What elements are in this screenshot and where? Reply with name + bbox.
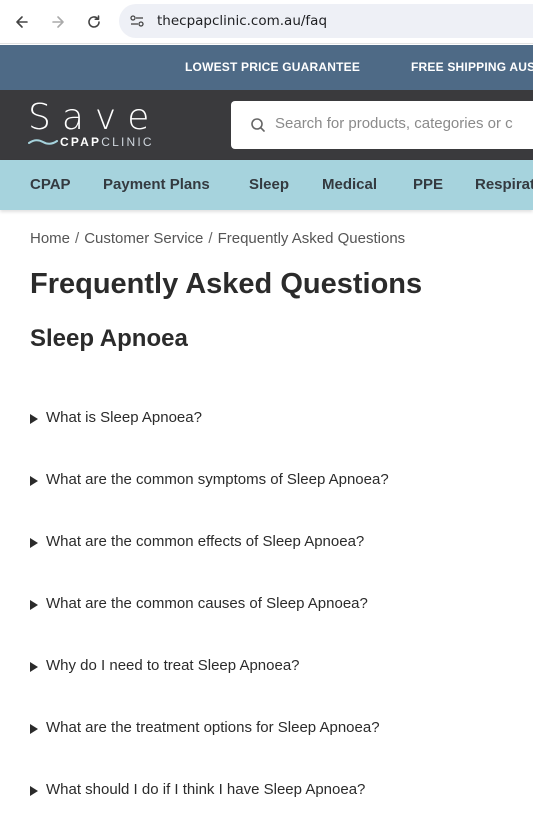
disclosure-triangle-icon xyxy=(30,786,38,796)
disclosure-triangle-icon xyxy=(30,476,38,486)
faq-question[interactable]: What are the common effects of Sleep Apn… xyxy=(46,533,364,550)
reload-button[interactable] xyxy=(82,10,106,34)
page-title: Frequently Asked Questions xyxy=(30,268,423,300)
faq-question[interactable]: What are the common causes of Sleep Apno… xyxy=(46,595,368,612)
reload-icon xyxy=(88,15,100,28)
search-input[interactable]: Search for products, categories or c xyxy=(231,101,533,149)
logo-cpap: CPAP xyxy=(60,135,102,149)
disclosure-triangle-icon xyxy=(30,724,38,734)
disclosure-triangle-icon xyxy=(30,414,38,424)
nav-item-sleep[interactable]: Sleep xyxy=(249,176,289,193)
promo-bar: LOWEST PRICE GUARANTEE FREE SHIPPING AUS xyxy=(0,45,533,90)
breadcrumb-customer-service[interactable]: Customer Service xyxy=(84,230,203,247)
logo-clinic: CLINIC xyxy=(101,135,154,149)
browser-toolbar: thecpapclinic.com.au/faq xyxy=(0,0,533,44)
breadcrumb-current: Frequently Asked Questions xyxy=(217,230,406,247)
faq-question[interactable]: What is Sleep Apnoea? xyxy=(46,409,202,426)
nav-item-payment-plans[interactable]: Payment Plans xyxy=(103,176,210,193)
nav-item-cpap[interactable]: CPAP xyxy=(30,176,71,193)
logo-wordmark: Save xyxy=(28,97,161,138)
back-button[interactable] xyxy=(10,10,34,34)
nav-item-respiratory[interactable]: Respirat xyxy=(475,176,533,193)
faq-question[interactable]: Why do I need to treat Sleep Apnoea? xyxy=(46,657,300,674)
back-arrow-icon xyxy=(16,16,28,28)
breadcrumb-separator: / xyxy=(75,230,80,247)
faq-question[interactable]: What are the common symptoms of Sleep Ap… xyxy=(46,471,389,488)
category-nav: CPAP Payment Plans Sleep Medical PPE Res… xyxy=(0,160,533,210)
address-bar[interactable]: thecpapclinic.com.au/faq xyxy=(119,4,533,38)
disclosure-triangle-icon xyxy=(30,662,38,672)
promo-free-shipping: FREE SHIPPING AUS xyxy=(411,60,533,74)
breadcrumb-home[interactable]: Home xyxy=(30,230,70,247)
logo-wave-icon xyxy=(28,139,58,145)
site-info-icon[interactable] xyxy=(129,13,145,29)
forward-arrow-icon xyxy=(52,16,64,28)
url-text[interactable]: thecpapclinic.com.au/faq xyxy=(157,13,327,29)
logo[interactable]: Save CPAPCLINIC xyxy=(28,98,158,150)
nav-item-ppe[interactable]: PPE xyxy=(413,176,443,193)
section-title: Sleep Apnoea xyxy=(30,325,188,352)
breadcrumb-separator: / xyxy=(208,230,213,247)
search-icon xyxy=(251,118,265,132)
disclosure-triangle-icon xyxy=(30,538,38,548)
nav-item-medical[interactable]: Medical xyxy=(322,176,377,193)
search-placeholder: Search for products, categories or c xyxy=(275,115,513,132)
forward-button[interactable] xyxy=(46,10,70,34)
site-header: Save CPAPCLINIC Search for products, cat… xyxy=(0,90,533,160)
logo-subtitle: CPAPCLINIC xyxy=(60,135,154,149)
promo-lowest-price: LOWEST PRICE GUARANTEE xyxy=(185,60,361,74)
breadcrumb: Home / Customer Service / Frequently Asked Q… xyxy=(30,230,405,247)
faq-question[interactable]: What should I do if I think I have Sleep… xyxy=(46,781,365,798)
faq-question[interactable]: What are the treatment options for Sleep… xyxy=(46,719,380,736)
disclosure-triangle-icon xyxy=(30,600,38,610)
